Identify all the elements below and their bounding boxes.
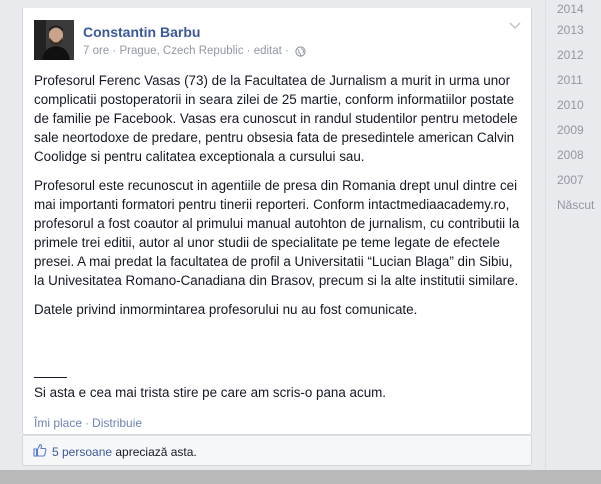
likes-count-link[interactable]: 5 persoane: [52, 445, 112, 459]
author-name[interactable]: Constantin Barbu: [83, 24, 200, 40]
left-gutter: [0, 0, 22, 470]
year-item[interactable]: 2010: [546, 93, 601, 118]
year-item-born[interactable]: Născut: [546, 193, 601, 218]
year-item[interactable]: 2014: [546, 0, 601, 18]
post-card: Constantin Barbu 7 ore · Prague, Czech R…: [22, 8, 532, 435]
post-body: Profesorul Ferenc Vasas (73) de la Facul…: [34, 71, 526, 329]
globe-icon[interactable]: [295, 45, 306, 57]
post-actions: Îmi place · Distribuie: [34, 416, 143, 430]
year-item[interactable]: 2011: [546, 68, 601, 93]
likes-text: apreciază asta.: [112, 445, 197, 459]
post-paragraph: Profesorul Ferenc Vasas (73) de la Facul…: [34, 73, 518, 164]
post-paragraph: Profesorul este recunoscut in agentiile …: [34, 178, 520, 288]
post-time[interactable]: 7 ore: [83, 45, 109, 57]
like-link[interactable]: Îmi place: [34, 416, 82, 430]
post-paragraph: Datele privind inmormintarea profesorulu…: [34, 302, 418, 317]
share-link[interactable]: Distribuie: [92, 416, 142, 430]
year-item[interactable]: 2008: [546, 143, 601, 168]
separator-line: [34, 377, 67, 378]
year-item[interactable]: 2013: [546, 18, 601, 43]
timeline-years: 2014 2013 2012 2011 2010 2009 2008 2007 …: [545, 0, 601, 470]
post-meta: 7 ore · Prague, Czech Republic · editat …: [83, 45, 306, 57]
thumbs-up-icon: [33, 443, 47, 457]
year-item[interactable]: 2012: [546, 43, 601, 68]
edited-label[interactable]: editat: [254, 45, 282, 57]
year-item[interactable]: 2009: [546, 118, 601, 143]
year-item[interactable]: 2007: [546, 168, 601, 193]
bottom-bar: [0, 470, 601, 484]
post-location[interactable]: Prague, Czech Republic: [119, 45, 243, 57]
author-avatar[interactable]: [34, 20, 74, 60]
post-final-line: Si asta e cea mai trista stire pe care a…: [34, 385, 387, 400]
likes-summary: 5 persoane apreciază asta.: [22, 435, 532, 466]
chevron-down-icon[interactable]: [509, 22, 521, 30]
